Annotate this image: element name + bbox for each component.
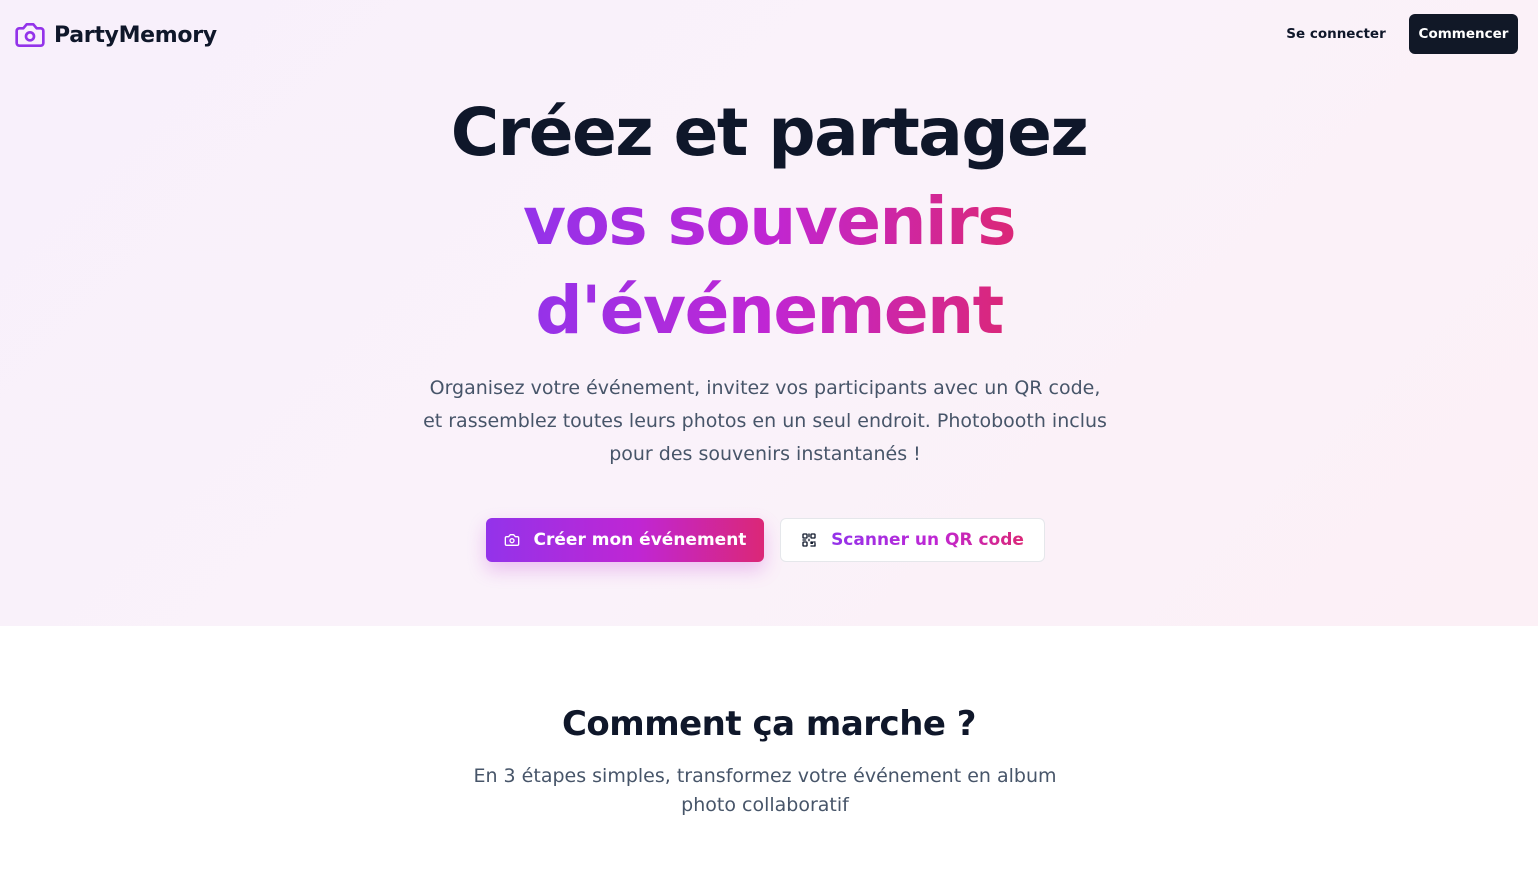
hero-title-line-1: Créez et partagez bbox=[450, 94, 1089, 171]
hero-subtitle: Organisez votre événement, invitez vos p… bbox=[423, 377, 1107, 465]
hero-section: PartyMemory Se connecter Commencer Créez… bbox=[0, 0, 1538, 626]
how-it-works-title: Comment ça marche ? bbox=[561, 704, 977, 744]
brand-name: PartyMemory bbox=[54, 22, 217, 48]
hero-title: Créez et partagez vos souvenirs d'événem… bbox=[0, 88, 1538, 355]
login-link[interactable]: Se connecter bbox=[1283, 24, 1389, 44]
create-event-label: Créer mon événement bbox=[533, 530, 747, 550]
start-button[interactable]: Commencer bbox=[1409, 14, 1518, 54]
logo[interactable]: PartyMemory bbox=[14, 19, 217, 51]
scan-qr-label: Scanner un QR code bbox=[831, 530, 1024, 550]
camera-icon bbox=[504, 534, 519, 546]
camera-icon bbox=[15, 23, 45, 47]
how-it-works-subtitle: En 3 étapes simples, transformez votre é… bbox=[473, 765, 1057, 816]
hero-title-highlight: vos souvenirs d'événement bbox=[523, 177, 1016, 355]
qr-code-icon bbox=[802, 533, 816, 547]
hero-title-line-2: vos souvenirs bbox=[523, 177, 1016, 266]
hero-title-line-3: d'événement bbox=[523, 266, 1015, 355]
create-event-button[interactable]: Créer mon événement bbox=[486, 518, 764, 562]
scan-qr-button[interactable]: Scanner un QR code bbox=[780, 518, 1045, 562]
